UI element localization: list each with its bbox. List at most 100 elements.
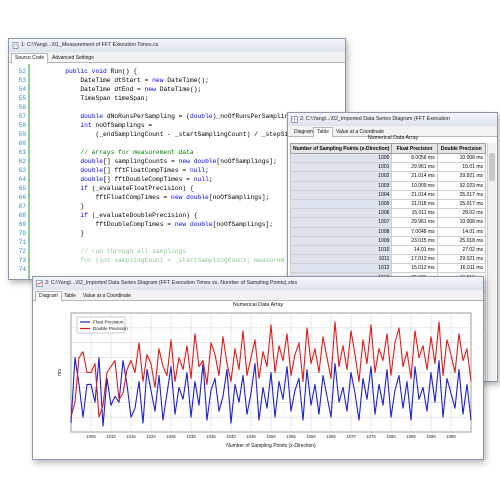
table-cell[interactable]: 1005 (290, 198, 393, 210)
table-cell[interactable]: 29.021 ms (436, 254, 486, 265)
document-icon (12, 42, 19, 49)
column-header-sampling-points[interactable]: Number of Sampling Points (x-Direction) (290, 143, 393, 154)
code-token: ; (205, 167, 209, 174)
table-window-titlebar[interactable]: 2: C:\Yang\...\02_Imported Data Series D… (288, 113, 497, 127)
code-keyword: if (80, 212, 88, 219)
x-tick-label: 1045 (246, 434, 256, 439)
table-cell[interactable]: 1011 (290, 254, 393, 265)
table-cell[interactable]: 1009 (290, 235, 393, 246)
table-cell[interactable]: 21.014 ms (391, 171, 438, 182)
table-cell[interactable]: 16.011 ms (436, 263, 486, 274)
scrollbar-thumb[interactable] (489, 153, 495, 181)
table-cell[interactable]: 25.017 ms (436, 198, 486, 210)
table-cell[interactable]: 23.015 ms (391, 235, 438, 246)
line-number: 67 (18, 203, 26, 210)
table-cell[interactable]: 27.02 ms (436, 244, 486, 256)
line-number: 52 (18, 68, 26, 75)
table-cell[interactable]: 1002 (290, 171, 393, 182)
table-cell[interactable]: 29.921 ms (436, 171, 486, 182)
code-window-titlebar[interactable]: 1: C:\Yang\...\01_Measurement of FFT Exe… (9, 39, 345, 53)
code-token: } (35, 203, 85, 210)
line-number: 60 (18, 140, 26, 147)
table-cell[interactable]: 10.008 ms (436, 217, 486, 228)
table-row[interactable]: 1002 21.014 ms 29.921 ms (290, 171, 486, 182)
table-row[interactable]: 1005 21.018 ms 25.017 ms (290, 198, 486, 210)
code-token: fftFloatCompTimes = (35, 194, 172, 201)
code-keyword: if (80, 185, 88, 192)
code-line: for (int samplingCount = _startSamplingC… (35, 257, 284, 264)
table-cell[interactable]: 1003 (290, 180, 393, 191)
chart-window[interactable]: 3: C:\Yang\...\02_Imported Data Series D… (32, 276, 484, 460)
table-cell[interactable]: 21.014 ms (391, 189, 438, 200)
table-cell[interactable]: 1008 (290, 226, 393, 237)
line-number: 57 (18, 113, 26, 120)
table-row[interactable]: 1008 7.0048 ms 14.01 ms (290, 226, 486, 237)
table-cell[interactable]: 8.0056 ms (391, 152, 438, 164)
table-cell[interactable]: 17.013 ms (391, 254, 438, 265)
table-cell[interactable]: 10.009 ms (391, 180, 438, 191)
code-comment: // arrays for measurement data (35, 149, 194, 156)
line-number: 64 (18, 176, 26, 183)
table-row[interactable]: 1009 23.015 ms 25.018 ms (290, 235, 486, 246)
table-cell[interactable]: 1004 (290, 189, 393, 200)
table-cell[interactable]: 1001 (290, 162, 393, 173)
table-cell[interactable]: 1007 (290, 217, 393, 228)
table-cell[interactable]: 15.012 ms (391, 263, 438, 274)
line-number: 58 (18, 122, 26, 129)
table-cell[interactable]: 25.018 ms (436, 235, 486, 246)
table-cell[interactable]: 28.02 ms (436, 208, 486, 219)
chart-window-titlebar[interactable]: 3: C:\Yang\...\02_Imported Data Series D… (33, 277, 483, 291)
table-cell[interactable]: 15.01 ms (436, 162, 486, 173)
code-keyword: new double (178, 158, 217, 165)
code-line: int noOfSamplings = (35, 122, 152, 129)
table-row[interactable]: 1000 8.0056 ms 10.008 ms (290, 152, 486, 164)
table-cell[interactable]: 14.01 ms (436, 226, 486, 237)
table-cell[interactable]: 1000 (290, 152, 393, 164)
table-cell[interactable]: 1010 (290, 244, 393, 256)
code-token: (_evaluateFloatPrecision) { (87, 185, 194, 192)
code-window-title: 1: C:\Yang\...\01_Measurement of FFT Exe… (21, 42, 159, 48)
table-row[interactable]: 1010 14.01 ms 27.02 ms (290, 244, 486, 256)
table-cell[interactable]: 10.008 ms (436, 152, 486, 164)
table-cell[interactable]: 25.017 ms (436, 189, 486, 200)
code-token: dNoRunsPerSampling = ( (103, 113, 190, 120)
table-row[interactable]: 1003 10.009 ms 32.023 ms (290, 180, 486, 191)
x-tick-label: 1065 (326, 434, 336, 439)
code-keyword: double (189, 113, 213, 120)
table-cell[interactable]: 29.961 ms (391, 217, 438, 228)
vertical-scrollbar[interactable] (487, 143, 496, 381)
table-row[interactable]: 1011 17.013 ms 29.021 ms (290, 254, 486, 265)
tab-source-code[interactable]: Source Code (11, 53, 49, 64)
table-cell[interactable]: 1012 (290, 263, 393, 274)
x-tick-label: 1050 (266, 434, 276, 439)
table-cell[interactable]: 7.0048 ms (391, 226, 438, 237)
code-comment: for (int samplingCount = _startSamplingC… (35, 257, 285, 264)
code-token: DateTime(); (155, 86, 202, 93)
table-row[interactable]: 1006 15.011 ms 28.02 ms (290, 208, 486, 219)
code-line: fftFloatCompTimes = new double[noOfSampl… (35, 194, 269, 201)
code-line: (_endSamplingCount - _startSamplingCount… (35, 131, 288, 138)
table-row[interactable]: 1007 29.961 ms 10.008 ms (290, 217, 486, 228)
table-cell[interactable]: 1006 (290, 208, 393, 219)
table-row[interactable]: 1012 15.012 ms 16.011 ms (290, 263, 486, 274)
table-cell[interactable]: 32.023 ms (436, 180, 486, 191)
code-token: fftDoubleCompTimes = (35, 221, 175, 228)
legend-label: Double Precision (93, 326, 128, 331)
table-row[interactable]: 1001 29.961 ms 15.01 ms (290, 162, 486, 173)
table-cell[interactable]: 29.961 ms (391, 162, 438, 173)
y-axis-label: ms (57, 369, 63, 376)
line-chart[interactable]: Numerical Data Array 1005 1010 1015 1020 1025… (33, 301, 483, 457)
line-number: 56 (18, 104, 26, 111)
tab-advanced-settings[interactable]: Advanced Settings (48, 53, 98, 64)
table-cell[interactable]: 14.01 ms (391, 244, 438, 256)
table-icon (291, 116, 298, 123)
column-header-float-precision[interactable]: Float Precision (391, 143, 438, 154)
table-cell[interactable]: 15.011 ms (391, 208, 438, 219)
table-row[interactable]: 1004 21.014 ms 25.017 ms (290, 189, 486, 200)
column-header-double-precision[interactable]: Double Precision (436, 143, 486, 154)
table-cell[interactable]: 21.018 ms (391, 198, 438, 210)
